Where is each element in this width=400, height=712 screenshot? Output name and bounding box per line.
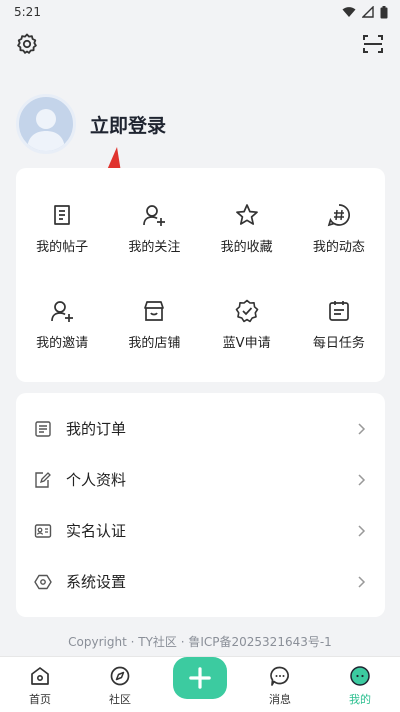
- chevron-right-icon: [358, 524, 366, 537]
- login-link[interactable]: 立即登录: [90, 111, 166, 138]
- invite-user-icon: [51, 300, 74, 322]
- grid-item-label: 我的动态: [312, 239, 365, 255]
- home-icon: [31, 667, 49, 685]
- grid-item-my-store[interactable]: 我的店铺: [108, 276, 200, 372]
- grid-item-label: 我的关注: [128, 239, 181, 255]
- menu-item-label: 个人资料: [66, 471, 127, 489]
- tab-label: 消息: [269, 693, 291, 706]
- status-time: 5:21: [14, 5, 41, 19]
- avatar[interactable]: [16, 94, 76, 154]
- default-avatar-icon: [27, 109, 65, 151]
- shortcut-grid-card: 我的帖子 我的关注 我的收藏 我的动态 我的邀请 我的店铺 蓝V申请 每日任务: [16, 168, 385, 382]
- status-icons: [342, 5, 388, 19]
- settings-gear-icon[interactable]: [15, 32, 39, 56]
- wifi-icon: [342, 7, 356, 17]
- battery-icon: [380, 5, 388, 18]
- star-icon: [235, 203, 258, 225]
- post-icon: [54, 204, 70, 225]
- grid-item-my-activity[interactable]: 我的动态: [293, 180, 385, 276]
- settings-menu-card: 我的订单 个人资料 实名认证 系统设置: [16, 393, 385, 617]
- chat-bubble-icon: [270, 666, 289, 686]
- tab-messages[interactable]: 消息: [240, 656, 320, 712]
- calendar-icon: [329, 300, 349, 321]
- profile-face-icon: [350, 666, 370, 686]
- menu-item-my-orders[interactable]: 我的订单: [16, 403, 385, 454]
- tab-label: 社区: [109, 693, 131, 706]
- copyright-text: Copyright · TY社区 · 鲁ICP备2025321643号-1: [68, 635, 332, 649]
- tab-community[interactable]: 社区: [80, 656, 160, 712]
- tab-label: 我的: [349, 693, 371, 706]
- tab-label: 首页: [29, 693, 51, 706]
- grid-item-label: 我的收藏: [220, 239, 273, 255]
- menu-item-profile[interactable]: 个人资料: [16, 454, 385, 505]
- menu-item-system-settings[interactable]: 系统设置: [16, 556, 385, 607]
- edit-document-icon: [35, 471, 51, 488]
- store-icon: [144, 300, 165, 321]
- grid-item-label: 我的邀请: [36, 335, 89, 351]
- shortcut-grid: 我的帖子 我的关注 我的收藏 我的动态 我的邀请 我的店铺 蓝V申请 每日任务: [16, 168, 385, 372]
- hexagon-settings-icon: [34, 574, 52, 589]
- order-list-icon: [35, 420, 51, 437]
- profile-header: 立即登录: [16, 92, 166, 156]
- grid-item-label: 我的帖子: [36, 239, 89, 255]
- bottom-tab-bar: 首页 社区 消息 我的: [0, 656, 400, 712]
- plus-icon: [189, 667, 211, 689]
- tab-me[interactable]: 我的: [320, 656, 400, 712]
- scan-icon[interactable]: [361, 32, 385, 56]
- tab-home[interactable]: 首页: [0, 656, 80, 712]
- user-add-icon: [143, 204, 166, 226]
- grid-item-daily-tasks[interactable]: 每日任务: [293, 276, 385, 372]
- chevron-right-icon: [358, 575, 366, 588]
- menu-item-label: 系统设置: [66, 573, 127, 591]
- grid-item-label: 蓝V申请: [222, 335, 271, 351]
- chevron-right-icon: [358, 473, 366, 486]
- id-card-icon: [34, 523, 52, 538]
- grid-item-my-follows[interactable]: 我的关注: [108, 180, 200, 276]
- grid-item-my-invites[interactable]: 我的邀请: [16, 276, 108, 372]
- compass-icon: [110, 666, 130, 686]
- grid-item-label: 每日任务: [312, 335, 365, 351]
- tab-create[interactable]: [160, 656, 240, 712]
- grid-item-blue-v-apply[interactable]: 蓝V申请: [201, 276, 293, 372]
- hashtag-icon: [327, 203, 350, 226]
- status-bar: 5:21: [0, 0, 400, 24]
- chevron-right-icon: [358, 422, 366, 435]
- verified-badge-icon: [235, 299, 258, 322]
- grid-item-label: 我的店铺: [128, 335, 181, 351]
- top-toolbar: [0, 30, 400, 58]
- create-post-button[interactable]: [173, 657, 227, 699]
- menu-item-label: 我的订单: [66, 420, 127, 438]
- signal-icon: [362, 6, 374, 18]
- grid-item-my-posts[interactable]: 我的帖子: [16, 180, 108, 276]
- menu-item-label: 实名认证: [66, 522, 127, 540]
- menu-item-real-name-verification[interactable]: 实名认证: [16, 505, 385, 556]
- grid-item-my-favorites[interactable]: 我的收藏: [201, 180, 293, 276]
